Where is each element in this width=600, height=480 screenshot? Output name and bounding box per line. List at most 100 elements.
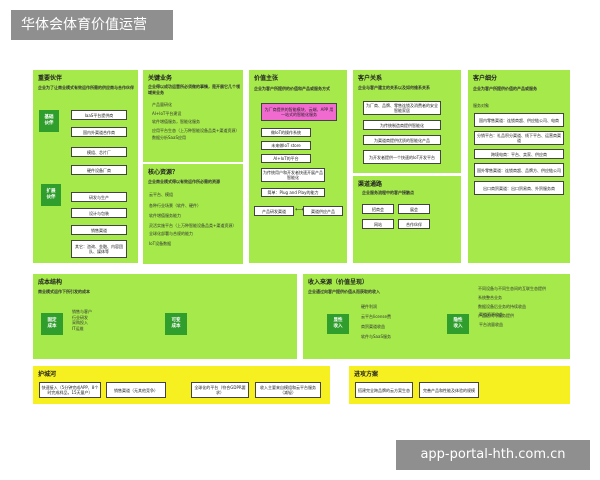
revenue-note-item: 不同设备与不同生态间的互联生态提供 bbox=[478, 286, 546, 291]
key-resource-item: 灵活实施平台（上万种智能设备品类+渠道资源） bbox=[149, 222, 237, 228]
key-resource-item: 全球化部署与合规的能力 bbox=[149, 230, 193, 236]
revenue-note-item: 产品迭代与服务提供 bbox=[478, 313, 514, 318]
relationship-item: 为传统制造商提供智能化 bbox=[363, 120, 441, 130]
watermark: app-portal-hth.com.cn bbox=[396, 440, 590, 470]
key-activities-list: 产品量研化 AI+IoT平台建设 软件增值服务，智能化服务 应用平台生态（上万种… bbox=[152, 101, 240, 142]
basic-partners-tag: 基础 伙伴 bbox=[39, 110, 59, 132]
moat-item: 快速接入（5分钟完成APP、8个时完成样品，15天量产） bbox=[39, 382, 101, 398]
implicit-revenue-item: 平台流量收益 bbox=[479, 322, 503, 327]
key-resource-item: 各种行业场景（软件、硬件） bbox=[149, 202, 201, 208]
expand-partner-item: 其它：咨询、金融、内容团队、媒体等 bbox=[71, 240, 127, 258]
channels-title: 渠道通路 bbox=[358, 181, 383, 188]
segment-item: 跨境电商：平台、卖家、供应商 bbox=[474, 149, 564, 159]
value-item: 为传统用户和开发者快速开展产品智能化 bbox=[261, 168, 325, 182]
expand-partner-item: 设计与包装 bbox=[71, 208, 127, 218]
key-resources-subtitle: 企业商业模式得以有效运作所必需的资源 bbox=[148, 179, 220, 184]
key-activity-item: 软件增值服务，智能化服务 bbox=[152, 119, 200, 124]
revenue-streams-panel: 收入来源（价值呈现） 企业通过向客户提供价值从而获取的收入 显性 收入 硬件利润… bbox=[303, 274, 570, 359]
key-activity-item: AI+IoT平台建设 bbox=[152, 110, 182, 116]
key-resource-item: 软件增值服务能力 bbox=[149, 213, 181, 218]
value-item: 做IoT的操作系统 bbox=[261, 128, 311, 137]
value-item: 简单：Plug and Play的能力 bbox=[261, 188, 325, 197]
key-activity-item: 数据分析SaaS应用 bbox=[152, 134, 186, 140]
channel-item: 招商会 bbox=[362, 204, 394, 214]
moat-item: 销售渠道（无其他竞争） bbox=[106, 382, 166, 398]
key-resources-list: 云平台、模组 各种行业场景（软件、硬件） 软件增值服务能力 灵活实施平台（上万种… bbox=[149, 190, 241, 250]
cost-structure-panel: 成本结构 商业模式运作下所引发的成本 固定 成本 销售与客户 行业研发 采购投入… bbox=[33, 274, 297, 359]
key-partners-title: 重要伙伴 bbox=[38, 75, 63, 82]
channels-subtitle: 企业服务流程中的客户接触点 bbox=[362, 190, 414, 195]
expand-partners-tag: 扩展 伙伴 bbox=[41, 184, 61, 206]
key-resources-panel: 核心资源？ 企业商业模式得以有效运作所必需的资源 云平台、模组 各种行业场景（软… bbox=[143, 164, 243, 264]
explicit-revenue-list: 硬件利润 云平台license费 商贸渠道收益 软件与SaaS服务 bbox=[361, 302, 431, 342]
relationship-item: 为开发者提供一个快速的IoT开发平台 bbox=[363, 150, 441, 164]
moat-item: 全球化的平台（符合GDPR要求） bbox=[191, 382, 249, 398]
implicit-revenue-tag: 隐性 收入 bbox=[447, 314, 469, 334]
advance-plan-title: 进攻方案 bbox=[354, 371, 379, 378]
revenue-notes-list: 不同设备与不同生态间的互联生态提供 系统整合业务 数据设备后业务的持续收益 产品… bbox=[478, 286, 566, 318]
value-item: 未来做IoT store bbox=[261, 141, 311, 150]
revenue-note-item: 系统整合业务 bbox=[478, 295, 502, 300]
value-highlight-box: 为厂商提供的智能模块、云端、APP 用一站式的智能化服务 bbox=[261, 103, 337, 121]
fixed-cost-tag: 固定 成本 bbox=[41, 313, 63, 335]
basic-partner-item: 硬件设备厂商 bbox=[71, 165, 127, 175]
explicit-revenue-item: 软件与SaaS服务 bbox=[361, 334, 391, 339]
explicit-revenue-tag: 显性 收入 bbox=[327, 314, 349, 334]
key-partners-subtitle: 企业为了让商业模式有效运作所需的供应商与合作伙伴 bbox=[38, 85, 134, 90]
value-proposition-title: 价值主张 bbox=[254, 75, 279, 82]
key-activity-item: 产品量研化 bbox=[152, 102, 172, 107]
explicit-revenue-item: 云平台license费 bbox=[361, 314, 391, 319]
customer-relationships-subtitle: 企业与客户建立的关系以及如何维系关系 bbox=[358, 85, 430, 90]
basic-partner-item: IaaS平台提供商 bbox=[71, 110, 127, 120]
cost-structure-subtitle: 商业模式运作下所引发的成本 bbox=[38, 289, 90, 294]
expand-partner-item: 研发与生产 bbox=[71, 192, 127, 202]
basic-partner-item: 国内外渠道合作商 bbox=[71, 127, 127, 137]
revenue-streams-title: 收入来源（价值呈现） bbox=[308, 279, 369, 286]
customer-relationships-title: 客户关系 bbox=[358, 75, 383, 82]
key-resources-title: 核心资源？ bbox=[148, 169, 179, 176]
key-resource-item: 云平台、模组 bbox=[149, 192, 173, 197]
relationship-item: 为厂商、品牌、零售连锁及消费者的安全智能家居 bbox=[363, 101, 441, 115]
moat-panel: 护城河 快速接入（5分钟完成APP、8个时完成样品，15天量产） 销售渠道（无其… bbox=[33, 366, 330, 404]
customer-relationships-panel: 客户关系 企业与客户建立的关系以及如何维系关系 为厂商、品牌、零售连锁及消费者的… bbox=[353, 70, 461, 173]
basic-partner-item: 模组、芯片厂 bbox=[71, 147, 127, 157]
advance-plan-item: 完善产品和性能及体验的规模 bbox=[419, 382, 479, 398]
customer-segments-subtitle: 企业为客户所提供价值的产品或服务 bbox=[473, 86, 537, 91]
explicit-revenue-item: 商贸渠道收益 bbox=[361, 324, 385, 329]
customer-segments-title: 客户细分 bbox=[473, 75, 498, 82]
value-proposition-panel: 价值主张 企业为客户所提供的价值和产品或服务方式 为厂商提供的智能模块、云端、A… bbox=[249, 70, 347, 263]
segment-item: 国外零售渠道：连锁商超、品牌方、供应链公司 bbox=[474, 163, 564, 177]
key-partners-panel: 重要伙伴 企业为了让商业模式有效运作所需的供应商与合作伙伴 基础 伙伴 IaaS… bbox=[33, 70, 138, 263]
value-proposition-subtitle: 企业为客户所提供的价值和产品或服务方式 bbox=[254, 86, 330, 91]
expand-partner-item: 销售渠道 bbox=[71, 225, 127, 235]
key-activities-panel: 关键业务 企业得以成功运营所必须做的事情，是开展它几个领域来业务 产品量研化 A… bbox=[143, 70, 243, 162]
customer-segments-panel: 客户细分 企业为客户所提供价值的产品或服务 服务对象 国内零售渠道：连锁商超、供… bbox=[468, 70, 570, 263]
value-bottom-right-box: 渠道供应产品 bbox=[303, 206, 343, 216]
channel-item: 网站 bbox=[362, 219, 394, 229]
advance-plan-item: 搭建完全跨品牌的云方案生态 bbox=[355, 382, 413, 398]
advance-plan-panel: 进攻方案 搭建完全跨品牌的云方案生态 完善产品和性能及体验的规模 bbox=[349, 366, 570, 404]
customer-segments-group: 服务对象 bbox=[473, 103, 489, 108]
channel-item: 合作伙伴 bbox=[398, 219, 430, 229]
page-title: 华体会体育价值运营 bbox=[11, 10, 173, 40]
key-activity-item: 应用平台生态（上万种智能设备品类+渠道资源） bbox=[152, 127, 240, 133]
moat-item: 收入主要来自模组和云平台服务（减轻） bbox=[255, 382, 321, 398]
moat-title: 护城河 bbox=[38, 371, 57, 378]
segment-item: 国内零售渠道：连锁商超、供应链公司、电商 bbox=[474, 113, 564, 127]
channel-item: 展会 bbox=[398, 204, 430, 214]
segment-item: 出口商贸渠道：出口贸易商、外贸服务商 bbox=[474, 181, 564, 195]
cost-structure-title: 成本结构 bbox=[38, 279, 63, 286]
revenue-note-item: 数据设备后业务的持续收益 bbox=[478, 304, 526, 309]
key-activities-subtitle: 企业得以成功运营所必须做的事情，是开展它几个领域来业务 bbox=[148, 84, 240, 95]
variable-cost-tag: 可变 成本 bbox=[165, 313, 187, 335]
relationship-item: 为渠道商提供优质的智能化产品 bbox=[363, 135, 441, 145]
key-resource-item: IoT设备数据 bbox=[149, 241, 172, 246]
revenue-streams-subtitle: 企业通过向客户提供价值从而获取的收入 bbox=[308, 289, 380, 294]
explicit-revenue-item: 硬件利润 bbox=[361, 304, 377, 309]
segment-item: 分销平台：礼品积分渠道、线下平台、运营商渠道 bbox=[474, 131, 564, 145]
key-activities-title: 关键业务 bbox=[148, 75, 173, 82]
value-item: AI+IoT的平台 bbox=[261, 154, 311, 163]
fixed-cost-items: 销售与客户 行业研发 采购投入 IT运维 bbox=[72, 309, 92, 331]
value-bottom-left-box: 产品研发渠道 bbox=[254, 206, 294, 216]
channels-panel: 渠道通路 企业服务流程中的客户接触点 招商会 展会 网站 合作伙伴 bbox=[353, 176, 461, 263]
